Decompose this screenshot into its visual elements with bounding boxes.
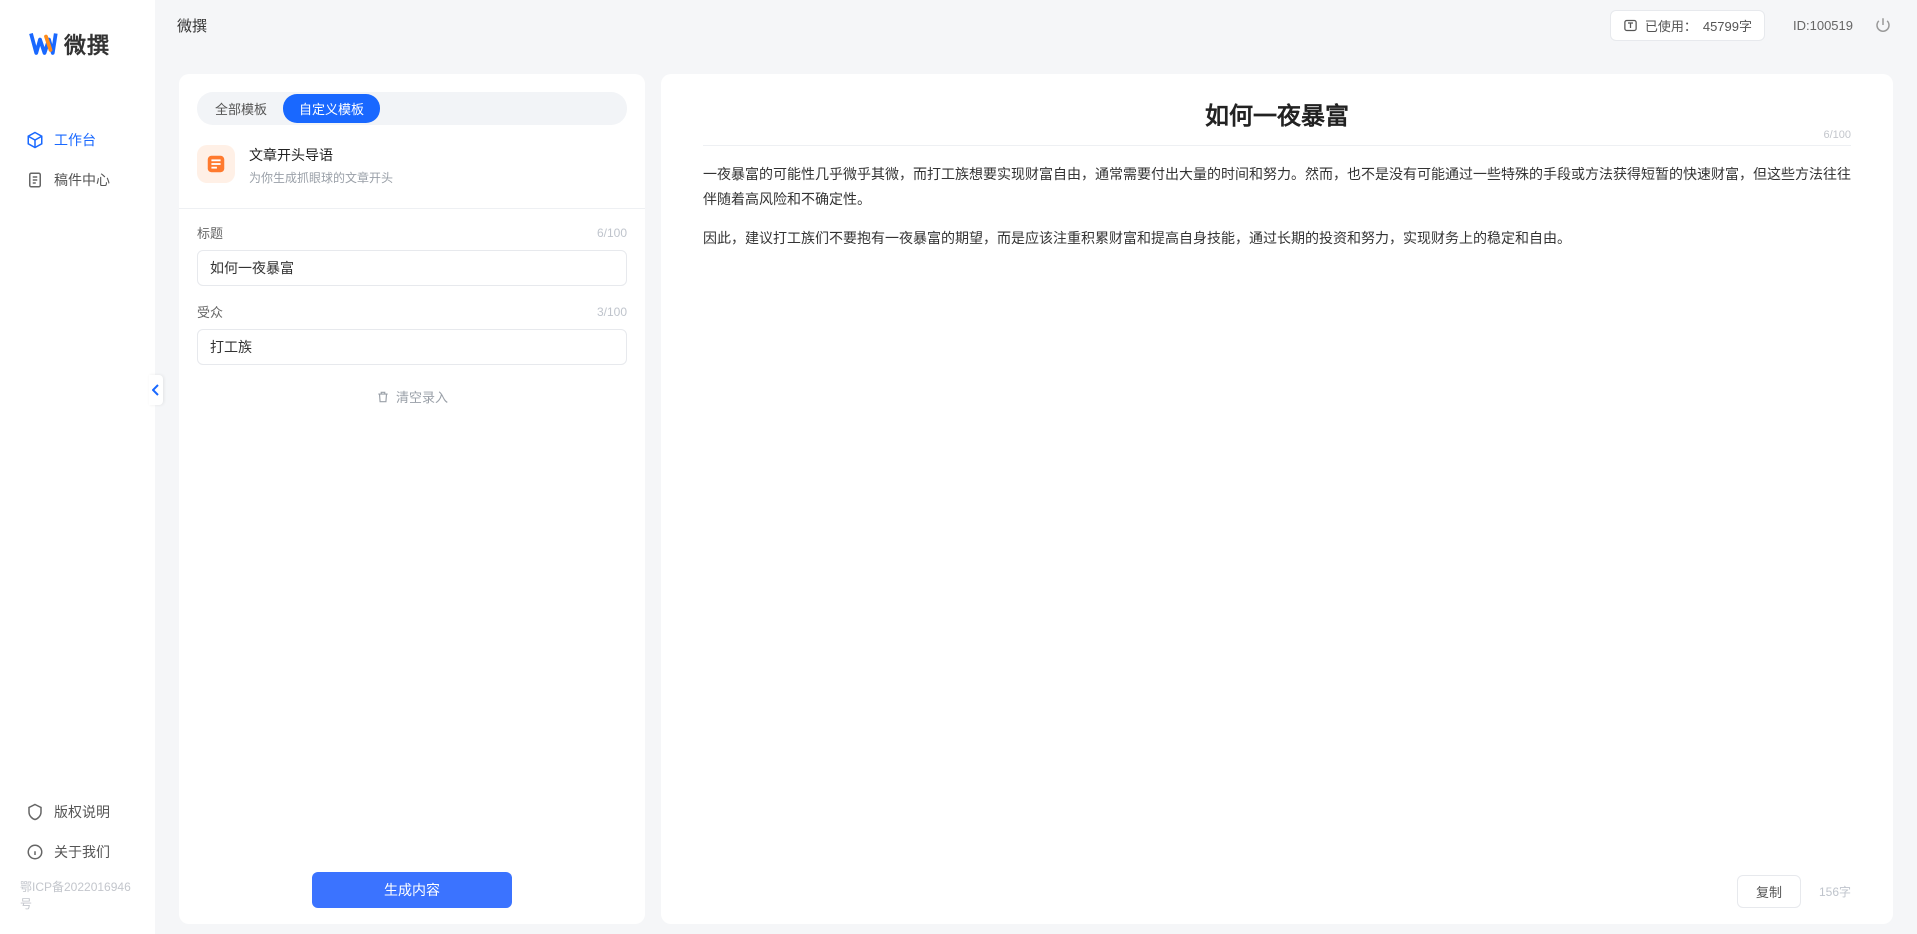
audience-input[interactable] [197, 329, 627, 365]
logo: 微撰 [0, 0, 155, 90]
template-icon [197, 145, 235, 183]
copy-button[interactable]: 复制 [1737, 875, 1801, 908]
word-count: 156字 [1819, 883, 1851, 900]
logo-icon [28, 30, 58, 58]
result-paragraph: 因此，建议打工族们不要抱有一夜暴富的期望，而是应该注重积累财富和提高自身技能，通… [703, 226, 1851, 251]
nav-item-workspace[interactable]: 工作台 [0, 120, 155, 160]
audience-count: 3/100 [597, 305, 627, 319]
doc-icon [26, 171, 44, 189]
audience-label-row: 受众 3/100 [197, 302, 627, 321]
icp-text: 鄂ICP备2022016946号 [0, 872, 155, 922]
sidebar-footer: 版权说明 关于我们 鄂ICP备2022016946号 [0, 792, 155, 934]
clear-input-button[interactable]: 清空录入 [197, 387, 627, 406]
result-title-count: 6/100 [1823, 129, 1851, 141]
nav-label: 工作台 [54, 130, 96, 150]
input-panel: 全部模板 自定义模板 文章开头导语 为你生成抓眼球的文章开头 标题 6/100 [179, 74, 645, 924]
generate-wrap: 生成内容 [179, 872, 645, 908]
title-label-row: 标题 6/100 [197, 223, 627, 242]
info-icon [26, 843, 44, 861]
logout-button[interactable] [1873, 15, 1893, 35]
divider [179, 208, 645, 209]
text-icon [1623, 17, 1639, 33]
result-footer: 复制 156字 [703, 865, 1851, 908]
nav: 工作台 稿件中心 [0, 90, 155, 792]
user-id: ID:100519 [1793, 18, 1853, 33]
audience-label: 受众 [197, 302, 223, 321]
result-title-row: 如何一夜暴富 6/100 [703, 96, 1851, 146]
nav-item-drafts[interactable]: 稿件中心 [0, 160, 155, 200]
app-root: 微撰 工作台 稿件中心 [0, 0, 1917, 934]
cube-icon [26, 131, 44, 149]
header: 微撰 已使用： 45799字 ID:100519 [155, 0, 1917, 50]
trash-icon [376, 390, 390, 404]
tab-all-templates[interactable]: 全部模板 [199, 94, 283, 123]
sidebar-toggle[interactable] [149, 375, 163, 405]
template-desc: 为你生成抓眼球的文章开头 [249, 169, 393, 186]
result-body: 一夜暴富的可能性几乎微乎其微，而打工族想要实现财富自由，通常需要付出大量的时间和… [703, 156, 1851, 865]
usage-label: 已使用： [1645, 16, 1697, 35]
title-count: 6/100 [597, 226, 627, 240]
nav-item-about[interactable]: 关于我们 [0, 832, 155, 872]
nav-label: 关于我们 [54, 842, 110, 862]
usage-value: 45799字 [1703, 16, 1752, 35]
chevron-left-icon [152, 384, 160, 396]
nav-item-copyright[interactable]: 版权说明 [0, 792, 155, 832]
title-input[interactable] [197, 250, 627, 286]
main: 微撰 已使用： 45799字 ID:100519 全部模板 自 [155, 0, 1917, 934]
generate-button[interactable]: 生成内容 [312, 872, 512, 908]
template-info: 文章开头导语 为你生成抓眼球的文章开头 [249, 145, 393, 186]
result-panel: 如何一夜暴富 6/100 一夜暴富的可能性几乎微乎其微，而打工族想要实现财富自由… [661, 74, 1893, 924]
result-paragraph: 一夜暴富的可能性几乎微乎其微，而打工族想要实现财富自由，通常需要付出大量的时间和… [703, 162, 1851, 212]
template-tabs: 全部模板 自定义模板 [197, 92, 627, 125]
nav-label: 稿件中心 [54, 170, 110, 190]
logo-text: 微撰 [64, 28, 110, 60]
tab-custom-templates[interactable]: 自定义模板 [283, 94, 380, 123]
template-card: 文章开头导语 为你生成抓眼球的文章开头 [197, 141, 627, 204]
template-title: 文章开头导语 [249, 145, 393, 165]
nav-label: 版权说明 [54, 802, 110, 822]
usage-badge[interactable]: 已使用： 45799字 [1610, 10, 1765, 41]
result-title: 如何一夜暴富 [703, 96, 1851, 131]
content: 全部模板 自定义模板 文章开头导语 为你生成抓眼球的文章开头 标题 6/100 [155, 50, 1917, 934]
title-label: 标题 [197, 223, 223, 242]
page-title: 微撰 [177, 15, 207, 36]
shield-icon [26, 803, 44, 821]
power-icon [1874, 16, 1892, 34]
clear-label: 清空录入 [396, 387, 448, 406]
sidebar: 微撰 工作台 稿件中心 [0, 0, 155, 934]
